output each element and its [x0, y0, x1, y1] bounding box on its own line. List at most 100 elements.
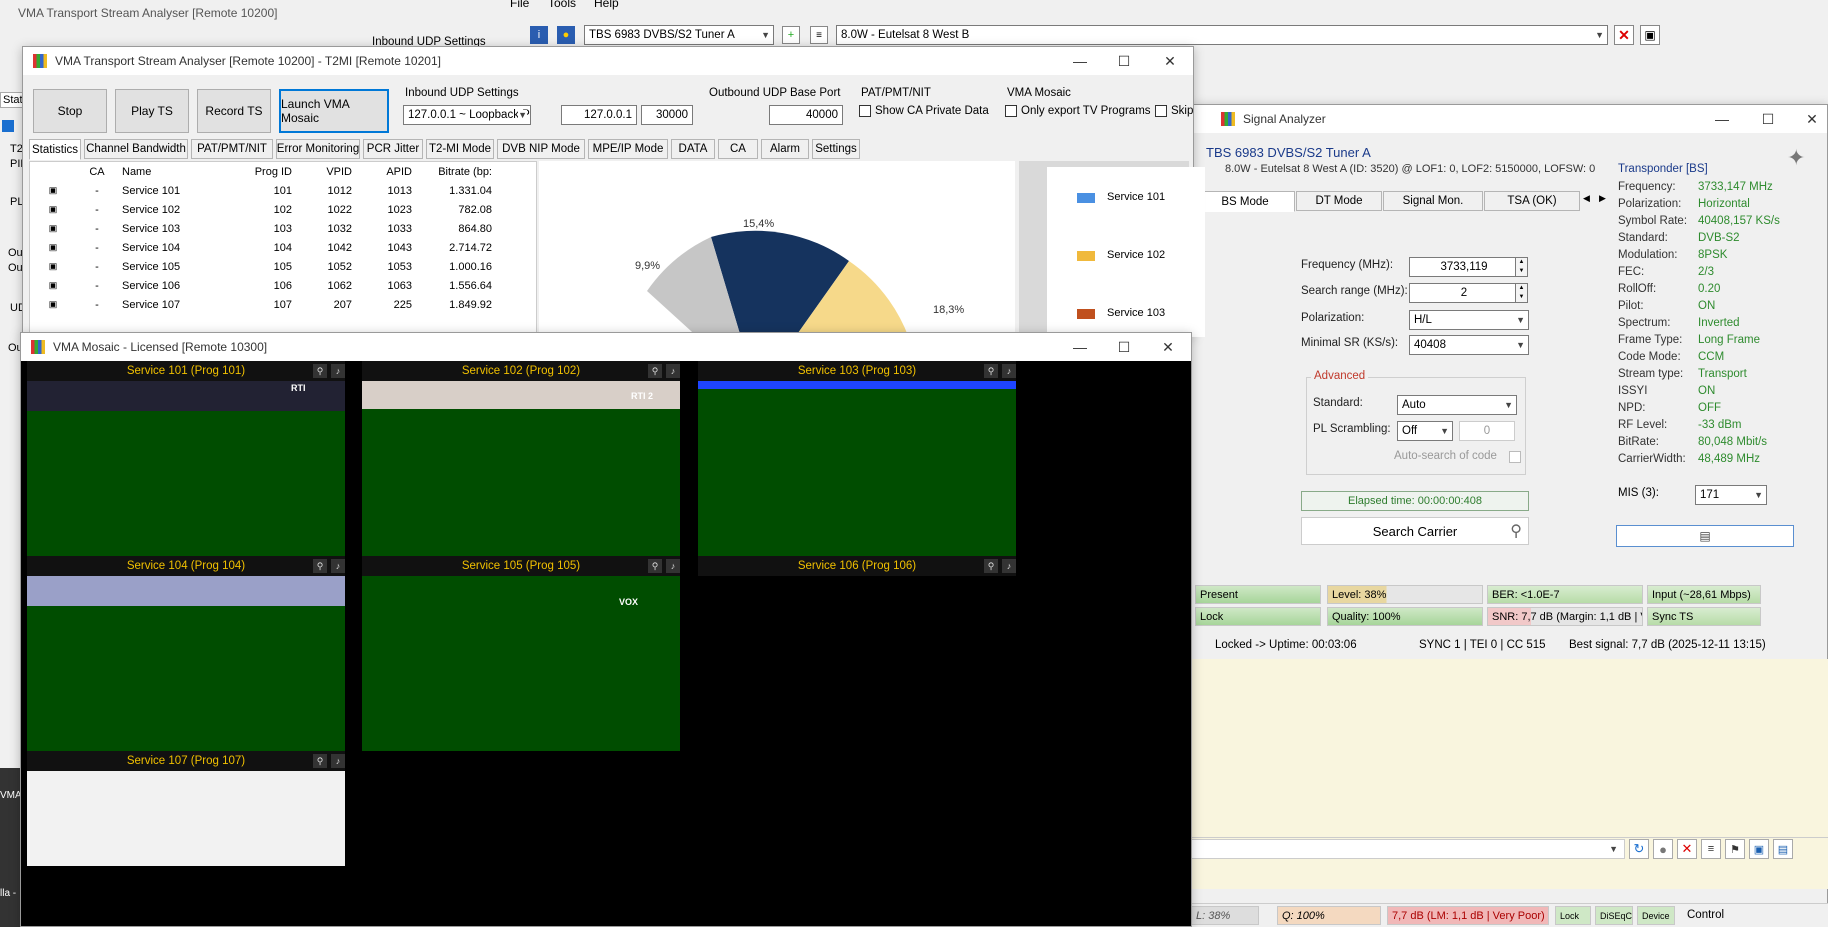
zoom-icon[interactable]: ⚲: [648, 559, 662, 573]
column-header[interactable]: VPID: [296, 162, 356, 181]
bottom-control[interactable]: Control: [1687, 909, 1724, 921]
outbound-port-input[interactable]: 40000: [769, 105, 843, 125]
stop-button[interactable]: Stop: [33, 89, 107, 133]
table-row[interactable]: ▣ - Service 107 107 207 225 1.849.92: [30, 295, 496, 314]
frequency-input[interactable]: 3733,119: [1409, 257, 1519, 277]
audio-icon[interactable]: ♪: [331, 364, 345, 378]
tab-statistics[interactable]: Statistics: [29, 139, 81, 160]
play-ts-button[interactable]: Play TS: [115, 89, 189, 133]
list-button[interactable]: ▤: [1616, 525, 1794, 547]
close-icon[interactable]: ✕: [1789, 105, 1828, 133]
mosaic-video-tile[interactable]: [27, 771, 345, 866]
tab-alarm[interactable]: Alarm: [761, 139, 809, 159]
menu-help[interactable]: Help: [594, 0, 619, 10]
audio-icon[interactable]: ♪: [331, 754, 345, 768]
audio-icon[interactable]: ♪: [331, 559, 345, 573]
table-row[interactable]: ▣ - Service 104 104 1042 1043 2.714.72: [30, 238, 496, 257]
tab-data[interactable]: DATA: [671, 139, 715, 159]
tab-tsa[interactable]: TSA (OK): [1484, 191, 1580, 211]
audio-icon[interactable]: ♪: [1002, 559, 1016, 573]
tab-pat-pmt-nit[interactable]: PAT/PMT/NIT: [191, 139, 273, 159]
stop-icon[interactable]: ✕: [1614, 25, 1634, 45]
column-header[interactable]: APID: [356, 162, 416, 181]
interface-select[interactable]: 127.0.0.1 ~ Loopback Pse ▼: [403, 105, 531, 125]
audio-icon[interactable]: ♪: [666, 364, 680, 378]
list-icon[interactable]: ≡: [1701, 839, 1721, 859]
search-range-input[interactable]: 2: [1409, 283, 1519, 303]
tab-mpe-ip-mode[interactable]: MPE/IP Mode: [588, 139, 668, 159]
table-row[interactable]: ▣ - Service 102 102 1022 1023 782.08: [30, 200, 496, 219]
lock-icon[interactable]: ●: [557, 26, 575, 44]
ip-input[interactable]: 127.0.0.1: [561, 105, 637, 125]
clear-icon[interactable]: ✕: [1677, 839, 1697, 859]
zoom-icon[interactable]: ⚲: [984, 364, 998, 378]
column-header[interactable]: Name: [118, 162, 236, 181]
show-ca-checkbox[interactable]: Show CA Private Data: [859, 105, 989, 117]
skip-checkbox[interactable]: Skip: [1155, 105, 1193, 117]
printer-icon[interactable]: ▤: [1773, 839, 1793, 859]
close-icon[interactable]: ✕: [1145, 333, 1191, 361]
tab-pcr-jitter[interactable]: PCR Jitter: [363, 139, 423, 159]
search-range-spinner[interactable]: ▲ ▼: [1515, 283, 1528, 303]
minimize-icon[interactable]: —: [1057, 333, 1103, 361]
mosaic-video-tile[interactable]: [698, 381, 1016, 556]
maximize-icon[interactable]: ☐: [1745, 105, 1791, 133]
tab-signal-mon[interactable]: Signal Mon.: [1383, 191, 1483, 211]
table-row[interactable]: ▣ - Service 106 106 1062 1063 1.556.64: [30, 276, 496, 295]
tuner-select[interactable]: TBS 6983 DVBS/S2 Tuner A ▼: [584, 25, 774, 45]
record-ts-button[interactable]: Record TS: [197, 89, 271, 133]
flag-icon[interactable]: ⚑: [1725, 839, 1745, 859]
minimal-sr-select[interactable]: 40408 ▼: [1409, 335, 1529, 355]
satellite-select[interactable]: 8.0W - Eutelsat 8 West B ▼: [836, 25, 1608, 45]
menu-tools[interactable]: Tools: [548, 0, 576, 10]
table-row[interactable]: ▣ - Service 103 103 1032 1033 864.80: [30, 219, 496, 238]
polarization-select[interactable]: H/L ▼: [1409, 310, 1529, 330]
tab-t2mi-mode[interactable]: T2-MI Mode: [426, 139, 494, 159]
save-icon[interactable]: ▣: [1640, 25, 1660, 45]
audio-icon[interactable]: ♪: [1002, 364, 1016, 378]
frequency-spinner[interactable]: ▲ ▼: [1515, 257, 1528, 277]
zoom-icon[interactable]: ⚲: [648, 364, 662, 378]
bottom-select[interactable]: ▼: [1191, 839, 1625, 859]
column-header[interactable]: Prog ID: [236, 162, 296, 181]
minimize-icon[interactable]: —: [1699, 105, 1745, 133]
auto-search-checkbox[interactable]: [1509, 451, 1521, 463]
refresh-icon[interactable]: +: [782, 26, 800, 44]
disk-icon[interactable]: ▣: [1749, 839, 1769, 859]
tab-channel-bandwidth[interactable]: Channel Bandwidth: [84, 139, 188, 159]
standard-select[interactable]: Auto ▼: [1397, 395, 1517, 415]
search-carrier-button[interactable]: Search Carrier ⚲: [1301, 517, 1529, 545]
tab-ca[interactable]: CA: [718, 139, 758, 159]
launch-mosaic-button[interactable]: Launch VMA Mosaic: [279, 89, 389, 133]
only-tv-checkbox[interactable]: Only export TV Programs: [1005, 105, 1151, 117]
maximize-icon[interactable]: ☐: [1101, 47, 1147, 75]
mis-select[interactable]: 171 ▼: [1695, 485, 1767, 505]
column-header[interactable]: Bitrate (bp:: [416, 162, 496, 181]
sync-icon[interactable]: ↻: [1629, 839, 1649, 859]
tab-dvb-nip-mode[interactable]: DVB NIP Mode: [497, 139, 585, 159]
zoom-icon[interactable]: ⚲: [313, 559, 327, 573]
zoom-icon[interactable]: ⚲: [313, 364, 327, 378]
info-icon[interactable]: i: [530, 26, 548, 44]
taskbar-text[interactable]: lla -: [0, 888, 16, 899]
tab-scroll-right-icon[interactable]: ▶: [1599, 193, 1606, 204]
tab-bs-mode[interactable]: BS Mode: [1195, 191, 1295, 212]
pl-scrambling-select[interactable]: Off ▼: [1397, 421, 1453, 441]
bg-checkbox[interactable]: [2, 120, 14, 132]
minimize-icon[interactable]: —: [1057, 47, 1103, 75]
settings-icon[interactable]: ≡: [810, 26, 828, 44]
close-icon[interactable]: ✕: [1147, 47, 1193, 75]
audio-icon[interactable]: ♪: [666, 559, 680, 573]
menu-file[interactable]: File: [510, 0, 529, 10]
table-row[interactable]: ▣ - Service 101 101 1012 1013 1.331.04: [30, 181, 496, 200]
column-header[interactable]: CA: [76, 162, 118, 181]
tab-error-monitoring[interactable]: Error Monitoring: [276, 139, 360, 159]
port-input[interactable]: 30000: [641, 105, 693, 125]
zoom-icon[interactable]: ⚲: [313, 754, 327, 768]
zoom-icon[interactable]: ⚲: [984, 559, 998, 573]
tab-dt-mode[interactable]: DT Mode: [1296, 191, 1382, 211]
record-icon[interactable]: ●: [1653, 839, 1673, 859]
maximize-icon[interactable]: ☐: [1101, 333, 1147, 361]
table-row[interactable]: ▣ - Service 105 105 1052 1053 1.000.16: [30, 257, 496, 276]
tab-settings[interactable]: Settings: [812, 139, 860, 159]
